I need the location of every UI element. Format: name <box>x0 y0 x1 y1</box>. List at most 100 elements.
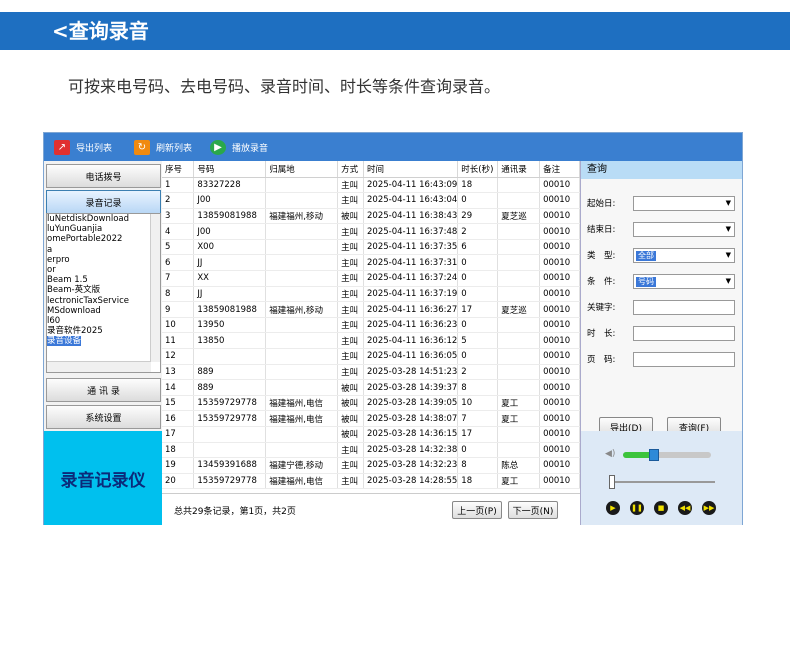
tree-item[interactable]: omePortable2022 <box>47 234 160 244</box>
table-row[interactable]: 5 X00 主叫 2025-04-11 16:37:35 6 00010 <box>162 239 580 256</box>
table-cell <box>497 442 541 459</box>
table-row[interactable]: 1 83327228 主叫 2025-04-11 16:43:09 18 00010 <box>162 177 580 194</box>
table-cell <box>265 379 339 396</box>
table-cell: 17 <box>457 301 499 318</box>
table-cell: 7 <box>457 410 499 427</box>
refresh-list-button[interactable]: ↻ 刷新列表 <box>134 139 192 155</box>
table-cell <box>497 379 541 396</box>
progress-thumb[interactable] <box>609 475 615 489</box>
table-cell: 夏工 <box>497 395 541 412</box>
table-row[interactable]: 2 J00 主叫 2025-04-11 16:43:04 0 00010 <box>162 192 580 209</box>
table-cell <box>265 426 339 443</box>
column-header[interactable]: 归属地 <box>265 161 339 178</box>
play-recording-button[interactable]: ▶ 播放录音 <box>210 139 268 155</box>
table-cell: 11 <box>162 332 195 350</box>
table-row[interactable]: 10 13950 主叫 2025-04-11 16:36:23 0 00010 <box>162 317 580 334</box>
folder-tree[interactable]: luNetdiskDownload luYunGuanjia omePortable… <box>46 213 161 373</box>
table-cell: 18 <box>457 177 499 194</box>
recordings-button[interactable]: 录音记录 <box>46 190 161 214</box>
tree-item[interactable]: a <box>47 245 160 255</box>
audio-player: ◀) ▶ ❚❚ ■ ◀◀ ▶▶ <box>580 431 742 525</box>
table-row[interactable]: 17 被叫 2025-03-28 14:36:15 17 00010 <box>162 426 580 443</box>
table-row[interactable]: 18 主叫 2025-03-28 14:32:38 0 00010 <box>162 442 580 459</box>
table-row[interactable]: 20 15359729778 福建福州,电信 主叫 2025-03-28 14:28:5… <box>162 473 580 490</box>
table-cell <box>265 192 339 209</box>
duration-input[interactable] <box>633 325 735 341</box>
table-row[interactable]: 6 JJ 主叫 2025-04-11 16:37:31 0 00010 <box>162 254 580 272</box>
tree-item[interactable]: Beam-英文版 <box>47 285 160 295</box>
start-date-row: 起始日: ▼ <box>587 195 739 211</box>
progress-slider[interactable] <box>609 475 715 489</box>
table-cell: 00010 <box>539 332 580 350</box>
column-header[interactable]: 号码 <box>193 161 267 178</box>
tree-item[interactable]: luNetdiskDownload <box>47 214 160 224</box>
table-cell: 00010 <box>539 395 580 412</box>
fast-forward-icon[interactable]: ▶▶ <box>702 501 716 515</box>
table-cell <box>497 426 541 443</box>
settings-button[interactable]: 系统设置 <box>46 405 161 429</box>
table-cell: 2025-04-11 16:36:12 <box>363 332 459 350</box>
toolbar: ↗ 导出列表 ↻ 刷新列表 ▶ 播放录音 <box>44 133 742 161</box>
rewind-icon[interactable]: ◀◀ <box>678 501 692 515</box>
keyword-input[interactable] <box>633 299 735 315</box>
table-cell <box>497 177 541 194</box>
table-row[interactable]: 19 13459391688 福建宁德,移动 主叫 2025-03-28 14:32:2… <box>162 457 580 474</box>
column-header[interactable]: 通讯录 <box>497 161 541 178</box>
table-row[interactable]: 15 15359729778 福建福州,电信 被叫 2025-03-28 14:39:0… <box>162 395 580 412</box>
export-list-button[interactable]: ↗ 导出列表 <box>54 139 112 155</box>
condition-row: 条 件: 号码 ▼ <box>587 273 739 289</box>
column-header[interactable]: 方式 <box>337 161 364 178</box>
column-header[interactable]: 序号 <box>162 161 195 178</box>
phone-dial-button[interactable]: 电话拨号 <box>46 164 161 188</box>
table-cell: 6 <box>162 254 195 272</box>
tree-item-selected[interactable]: 录音设备 <box>47 336 82 347</box>
table-row[interactable]: 12 主叫 2025-04-11 16:36:05 0 00010 <box>162 348 580 365</box>
tree-item[interactable]: 录音软件2025 <box>47 326 160 336</box>
table-cell: 主叫 <box>337 192 364 209</box>
table-cell <box>265 223 339 240</box>
tree-item[interactable]: MSdownload <box>47 306 160 316</box>
tree-vertical-scrollbar[interactable] <box>150 214 160 362</box>
recordings-table-area: 序号 号码 归属地 方式 时间 时长(秒) 通讯录 备注 1 83327228 主叫 2025-04… <box>162 161 580 525</box>
prev-page-button[interactable]: 上一页(P) <box>452 501 502 519</box>
next-page-button[interactable]: 下一页(N) <box>508 501 558 519</box>
table-cell: 5 <box>457 332 499 350</box>
stop-icon[interactable]: ■ <box>654 501 668 515</box>
end-date-picker[interactable]: ▼ <box>633 221 735 237</box>
table-cell: 夏工 <box>497 473 541 490</box>
table-row[interactable]: 14 889 被叫 2025-03-28 14:39:37 8 00010 <box>162 379 580 396</box>
tree-item[interactable]: lectronicTaxService <box>47 296 160 306</box>
start-date-picker[interactable]: ▼ <box>633 195 735 211</box>
column-header[interactable]: 时间 <box>363 161 459 178</box>
table-row[interactable]: 9 13859081988 福建福州,移动 主叫 2025-04-11 16:36:27… <box>162 301 580 318</box>
table-cell <box>497 223 541 240</box>
tree-item[interactable]: erpro <box>47 255 160 265</box>
condition-select[interactable]: 号码 ▼ <box>633 273 735 289</box>
tree-item[interactable]: Beam 1.5 <box>47 275 160 285</box>
table-row[interactable]: 11 13850 主叫 2025-04-11 16:36:12 5 00010 <box>162 332 580 350</box>
page-input[interactable] <box>633 351 735 367</box>
table-cell: 0 <box>457 270 499 287</box>
type-select[interactable]: 全部 ▼ <box>633 247 735 263</box>
table-cell: 主叫 <box>337 473 364 490</box>
contacts-button[interactable]: 通 讯 录 <box>46 378 161 402</box>
play-icon[interactable]: ▶ <box>606 501 620 515</box>
table-row[interactable]: 16 15359729778 福建福州,电信 被叫 2025-03-28 14:38:0… <box>162 410 580 427</box>
table-cell: 29 <box>457 208 499 225</box>
column-header[interactable]: 备注 <box>539 161 580 178</box>
table-row[interactable]: 7 XX 主叫 2025-04-11 16:37:24 0 00010 <box>162 270 580 287</box>
tree-item[interactable]: luYunGuanjia <box>47 224 160 234</box>
tree-horizontal-scrollbar[interactable] <box>47 361 151 372</box>
volume-slider[interactable] <box>623 449 711 461</box>
table-cell: 3 <box>162 208 195 225</box>
table-row[interactable]: 13 889 主叫 2025-03-28 14:51:23 2 00010 <box>162 364 580 381</box>
table-cell <box>265 317 339 334</box>
table-row[interactable]: 3 13859081988 福建福州,移动 被叫 2025-04-11 16:38:43… <box>162 208 580 225</box>
table-row[interactable]: 4 J00 主叫 2025-04-11 16:37:48 2 00010 <box>162 223 580 240</box>
volume-thumb[interactable] <box>648 449 659 461</box>
tree-item[interactable]: or <box>47 265 160 275</box>
column-header[interactable]: 时长(秒) <box>457 161 499 178</box>
table-row[interactable]: 8 JJ 主叫 2025-04-11 16:37:19 0 00010 <box>162 286 580 303</box>
pause-icon[interactable]: ❚❚ <box>630 501 644 515</box>
tree-item[interactable]: l60 <box>47 316 160 326</box>
